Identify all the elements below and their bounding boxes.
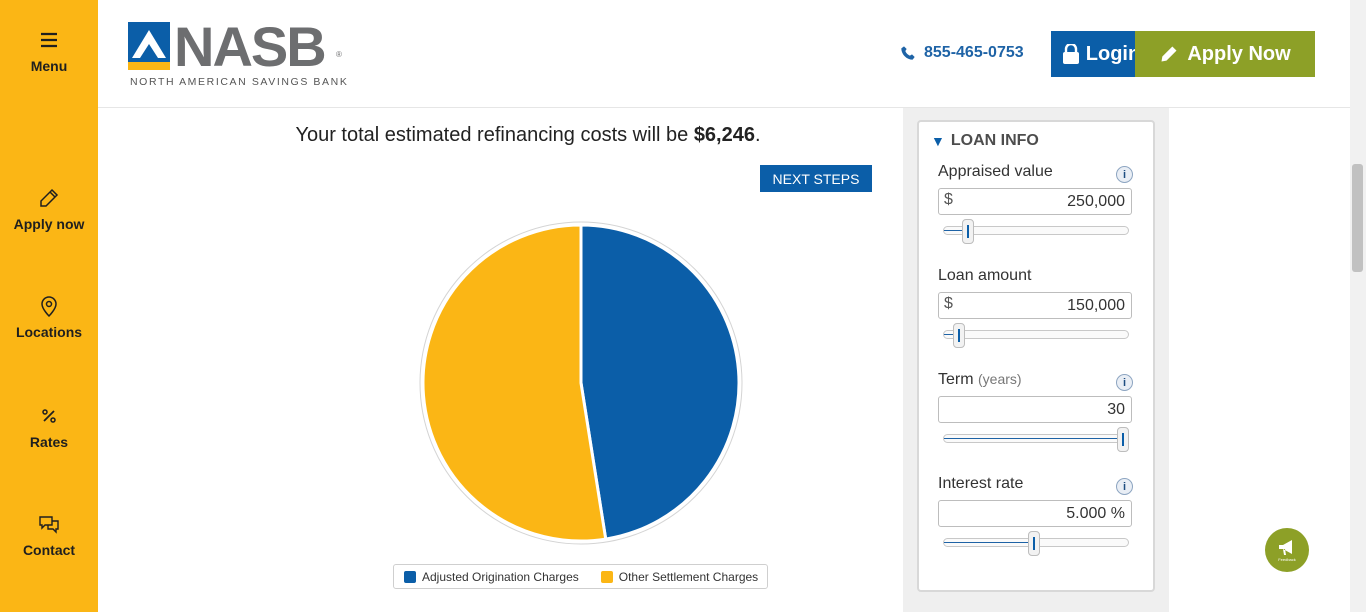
sidebar-item-apply-now[interactable]: Apply now	[0, 186, 98, 232]
legend-swatch-settlement	[600, 570, 613, 583]
logo-registered-mark: ®	[336, 50, 342, 59]
headline-amount: $6,246	[693, 124, 755, 146]
term-unit: (years)	[978, 371, 1022, 387]
sidebar-item-rates[interactable]: Rates	[0, 404, 98, 450]
loan-info-card: ▼ LOAN INFO Appraised value i $ 250,000 …	[917, 120, 1155, 592]
sidebar-item-label: Apply now	[13, 216, 85, 232]
apply-now-label: Apply Now	[1187, 42, 1291, 65]
logo-wordmark: NASB	[174, 15, 327, 78]
login-label: Login	[1085, 42, 1141, 65]
chat-bubbles-icon	[39, 516, 59, 534]
interest-rate-info-icon[interactable]: i	[1116, 478, 1133, 495]
slider-handle[interactable]	[953, 323, 965, 348]
loan-amount-label: Loan amount	[938, 267, 1031, 285]
slider-track	[943, 330, 1129, 339]
appraised-value-info-icon[interactable]: i	[1116, 166, 1133, 183]
term-label: Term (years)	[938, 371, 1022, 389]
site-header: NASB ® NORTH AMERICAN SAVINGS BANK 855-4…	[98, 0, 1350, 108]
nasb-logo-mark-icon	[128, 22, 170, 70]
logo-subtitle: NORTH AMERICAN SAVINGS BANK	[130, 76, 349, 88]
loan-amount-slider[interactable]	[943, 323, 1129, 349]
info-icon-glyph: i	[1122, 480, 1127, 493]
slider-handle[interactable]	[1117, 427, 1129, 452]
slider-handle[interactable]	[1028, 531, 1040, 556]
percent-icon	[42, 409, 56, 423]
appraised-value-input[interactable]: $ 250,000	[938, 188, 1132, 215]
lock-icon	[1062, 44, 1079, 64]
page-scrollbar-thumb[interactable]	[1352, 164, 1363, 272]
sidebar-item-locations[interactable]: Locations	[0, 294, 98, 340]
slider-handle[interactable]	[962, 219, 974, 244]
sidebar-item-label: Rates	[29, 434, 69, 450]
currency-prefix: $	[944, 295, 953, 312]
estimated-costs-headline: Your total estimated refinancing costs w…	[98, 124, 958, 147]
apply-now-button[interactable]: Apply Now	[1135, 31, 1315, 77]
interest-rate-label-text: Interest rate	[938, 475, 1024, 492]
loan-info-title: LOAN INFO	[950, 132, 1039, 149]
slider-fill	[944, 438, 1124, 439]
term-info-icon[interactable]: i	[1116, 374, 1133, 391]
chart-legend: Adjusted Origination Charges Other Settl…	[393, 564, 768, 589]
sidebar-item-label: Contact	[22, 542, 76, 558]
page-scrollbar[interactable]	[1350, 0, 1366, 612]
legend-label-origination: Adjusted Origination Charges	[422, 569, 579, 584]
pie-slice-settlement[interactable]	[421, 223, 608, 543]
legend-item-origination[interactable]: Adjusted Origination Charges	[404, 570, 579, 584]
appraised-value-label-text: Appraised value	[938, 163, 1053, 180]
legend-item-settlement[interactable]: Other Settlement Charges	[600, 569, 759, 584]
nasb-logo[interactable]: NASB ® NORTH AMERICAN SAVINGS BANK	[128, 15, 368, 90]
info-icon-glyph: i	[1122, 376, 1127, 389]
term-label-text: Term	[938, 371, 974, 388]
interest-rate-slider[interactable]	[943, 531, 1129, 557]
refinancing-costs-pie-chart	[419, 221, 743, 545]
slider-fill	[944, 542, 1035, 543]
phone-number: 855-465-0753	[924, 44, 1024, 61]
headline-suffix: .	[754, 124, 761, 146]
legend-label-settlement: Other Settlement Charges	[618, 569, 759, 584]
currency-prefix: $	[944, 191, 953, 208]
menu-button[interactable]: Menu	[0, 28, 98, 74]
appraised-value-value: 250,000	[1067, 193, 1125, 210]
interest-rate-label: Interest rate	[938, 475, 1023, 493]
info-icon-glyph: i	[1122, 168, 1127, 181]
appraised-value-label: Appraised value	[938, 163, 1053, 181]
interest-rate-input[interactable]: 5.000 %	[938, 500, 1132, 527]
sidebar: Menu Apply now Locations Rates Contact	[0, 0, 98, 612]
pencil-icon	[40, 188, 59, 207]
megaphone-icon	[1279, 540, 1292, 555]
loan-amount-value: 150,000	[1067, 297, 1125, 314]
loan-amount-input[interactable]: $ 150,000	[938, 292, 1132, 319]
pie-slice-origination[interactable]	[579, 223, 741, 541]
map-pin-icon	[41, 296, 57, 318]
collapse-triangle-icon: ▼	[931, 133, 945, 149]
next-steps-label: NEXT STEPS	[772, 170, 860, 187]
feedback-label: Feedback	[1278, 557, 1296, 562]
hamburger-icon	[41, 32, 57, 48]
menu-label: Menu	[30, 58, 68, 74]
phone-link[interactable]: 855-465-0753	[900, 44, 1024, 62]
appraised-value-slider[interactable]	[943, 219, 1129, 245]
loan-amount-label-text: Loan amount	[938, 267, 1032, 284]
legend-swatch-origination	[404, 570, 416, 583]
loan-info-toggle[interactable]: ▼ LOAN INFO	[931, 132, 1039, 150]
term-value: 30	[1107, 401, 1125, 418]
sidebar-item-contact[interactable]: Contact	[0, 512, 98, 558]
sidebar-item-label: Locations	[15, 324, 83, 340]
phone-icon	[901, 46, 915, 60]
term-input[interactable]: 30	[938, 396, 1132, 423]
feedback-button[interactable]: Feedback	[1265, 528, 1309, 572]
pencil-icon	[1161, 46, 1177, 62]
next-steps-button[interactable]: NEXT STEPS	[760, 165, 872, 192]
interest-rate-value: 5.000 %	[1066, 505, 1125, 522]
term-slider[interactable]	[943, 427, 1129, 453]
headline-prefix: Your total estimated refinancing costs w…	[295, 124, 694, 146]
